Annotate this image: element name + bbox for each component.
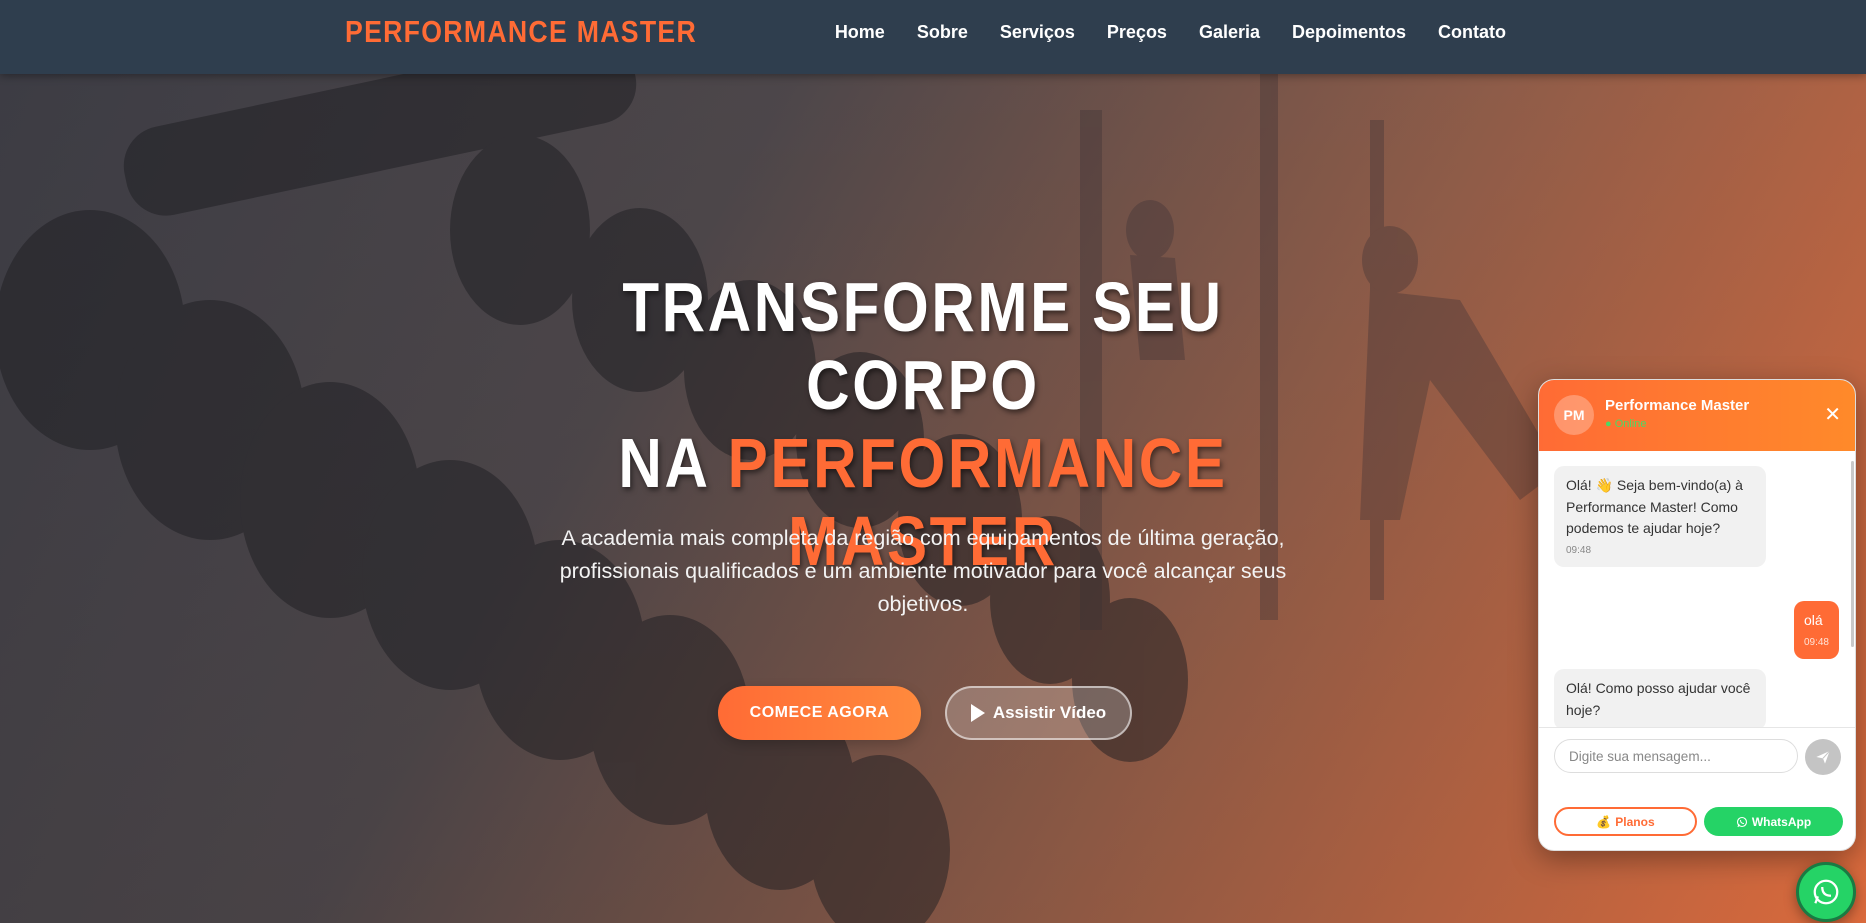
message-text: Olá! Como posso ajudar você hoje? [1566,680,1751,718]
whatsapp-floating-button[interactable] [1796,862,1856,922]
chat-avatar: PM [1554,395,1594,435]
message-time: 09:48 [1566,544,1592,556]
whatsapp-icon [1813,879,1839,905]
whatsapp-quick-reply[interactable]: WhatsApp [1704,807,1843,836]
chat-header: PM Performance Master ● Online ✕ [1539,380,1855,451]
nav-contato-link[interactable]: Contato [1438,22,1506,43]
watch-video-button[interactable]: Assistir Vídeo [945,686,1132,740]
hero-title-line-1: TRANSFORME SEU CORPO [622,268,1224,424]
top-navbar: PERFORMANCE MASTER Home Sobre Serviços P… [0,0,1866,74]
chat-widget: PM Performance Master ● Online ✕ Olá! 👋 … [1538,379,1856,851]
main-menu: Home Sobre Serviços Preços Galeria Depoi… [835,22,1506,43]
nav-home-link[interactable]: Home [835,22,885,43]
chat-divider [1539,727,1855,728]
message-text: Olá! 👋 Seja bem-vindo(a) à Performance M… [1566,477,1743,536]
bot-message: Olá! Como posso ajudar você hoje? [1554,669,1766,727]
start-now-button[interactable]: COMECE AGORA [718,686,921,740]
watch-video-label: Assistir Vídeo [992,703,1107,722]
paper-plane-icon [1816,750,1831,764]
play-icon [970,704,985,722]
chat-messages[interactable]: Olá! 👋 Seja bem-vindo(a) à Performance M… [1539,451,1855,727]
chat-status: ● Online [1605,418,1647,430]
nav-depoimentos-link[interactable]: Depoimentos [1292,22,1406,43]
message-text: olá [1803,612,1823,628]
nav-sobre-link[interactable]: Sobre [917,22,968,43]
brand-logo[interactable]: PERFORMANCE MASTER [345,14,697,50]
hero-title-accent: PERFORMANCE [727,424,1228,502]
chat-title: Performance Master [1605,397,1750,414]
whatsapp-icon [1736,816,1747,827]
money-bag-icon: 💰 [1596,814,1612,829]
send-button[interactable] [1805,739,1841,775]
close-icon[interactable]: ✕ [1824,401,1841,427]
chat-scrollbar[interactable] [1851,461,1854,647]
hero-title-prefix: NA [618,424,728,502]
nav-precos-link[interactable]: Preços [1107,22,1167,43]
hero-subtitle: A academia mais completa da região com e… [559,526,1287,616]
chat-message-input[interactable] [1554,739,1798,773]
bot-message: Olá! 👋 Seja bem-vindo(a) à Performance M… [1554,466,1766,567]
nav-galeria-link[interactable]: Galeria [1199,22,1260,43]
nav-servicos-link[interactable]: Serviços [1000,22,1075,43]
hero-title-line-2: NA PERFORMANCE [542,424,1304,502]
whatsapp-label: WhatsApp [1751,814,1812,829]
user-message: olá 09:48 [1793,601,1839,659]
planos-quick-reply[interactable]: 💰 Planos [1554,807,1697,836]
message-time: 09:48 [1803,636,1829,648]
planos-label: Planos [1615,814,1655,829]
